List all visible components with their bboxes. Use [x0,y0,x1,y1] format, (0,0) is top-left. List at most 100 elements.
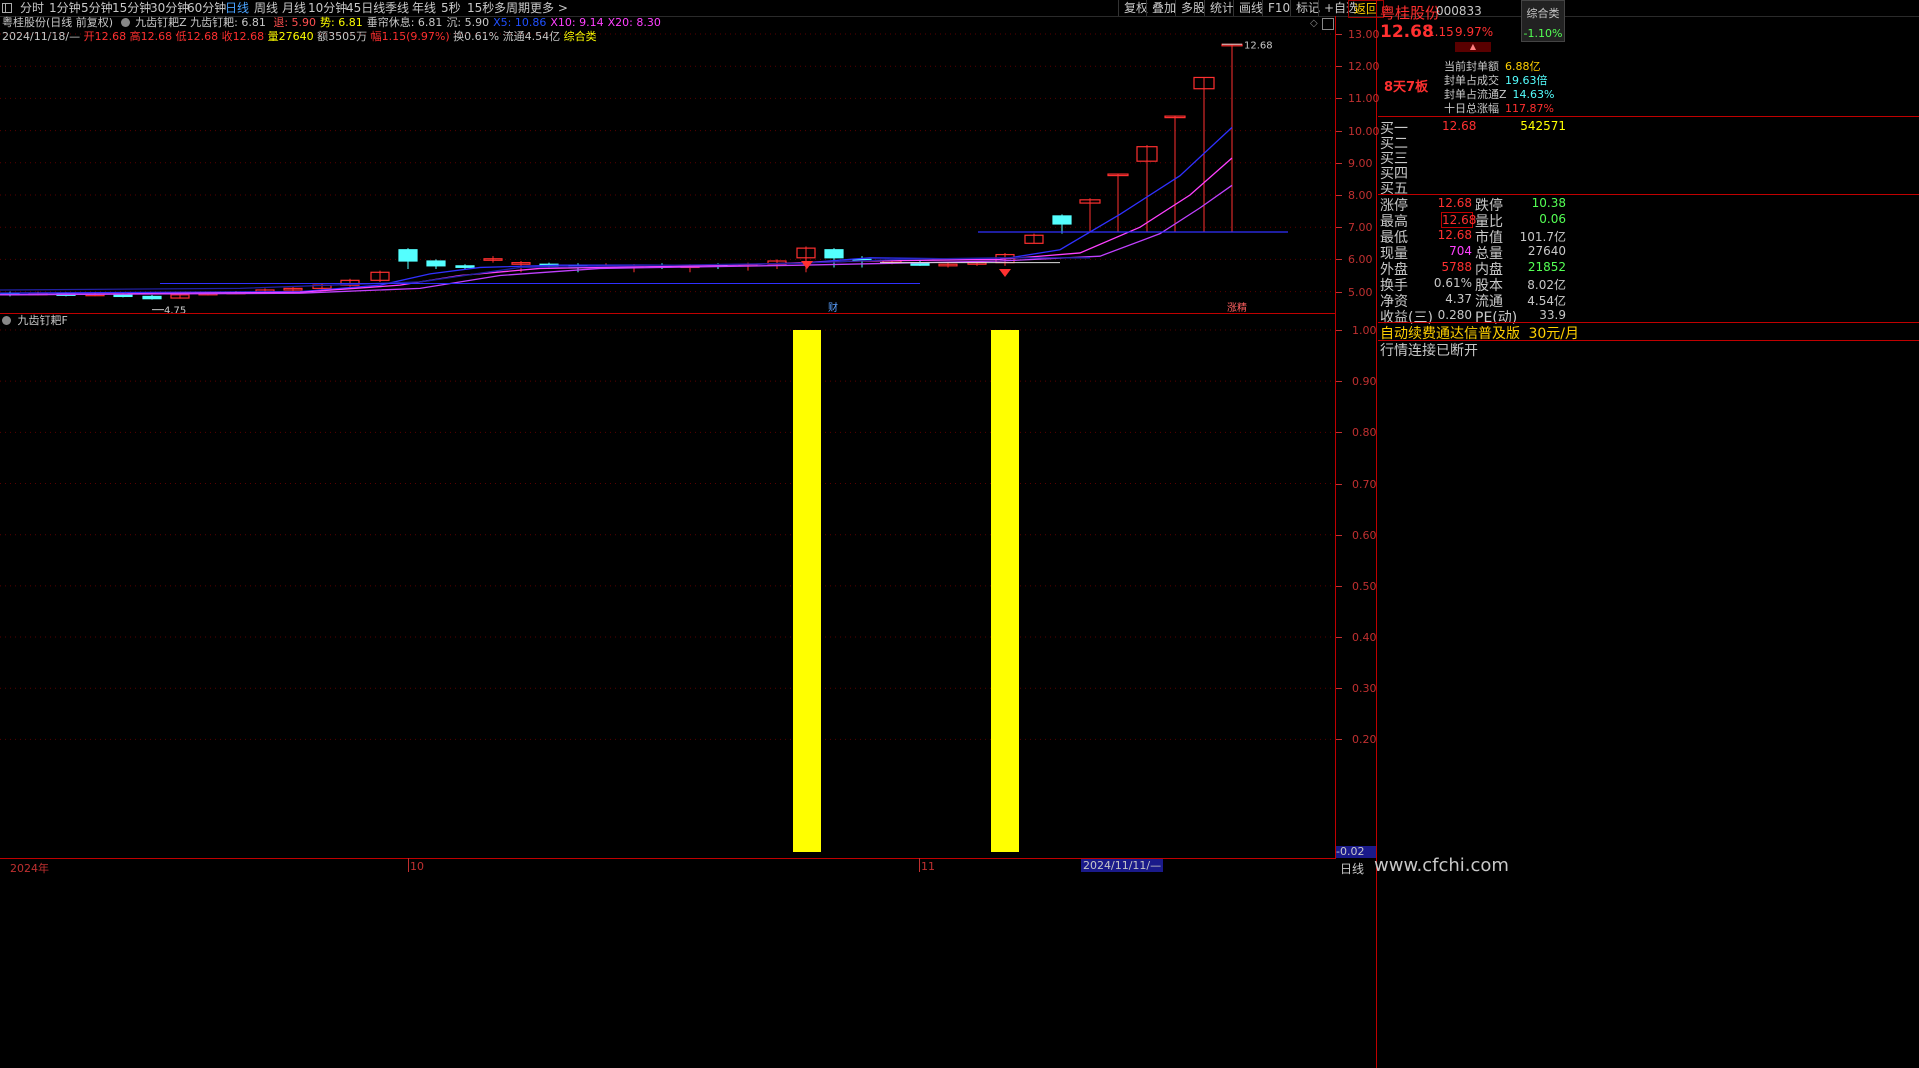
quote-value: 33.9 [1539,308,1566,322]
sub-tick [1336,483,1342,485]
price-tick [1336,98,1342,100]
period-label[interactable]: 日线 [1340,860,1364,877]
period-toolbar: 分时 1分钟 5分钟 15分钟 30分钟 60分钟 日线 周线 月线 10分钟 45日线 季线 年线 5秒… [0,0,1919,18]
quote-value: 0.06 [1539,212,1566,226]
board-tag: 8天7板 [1384,80,1429,95]
price-tick-label: 11.00 [1348,92,1380,106]
sub-tick [1336,688,1342,690]
price-tick [1336,227,1342,229]
stock-change: 1.15 [1427,25,1454,39]
ma10-line [0,157,1233,296]
sub-tick-label: 0.70 [1352,477,1377,491]
price-tick [1336,291,1342,293]
divider [1378,194,1919,195]
price-tick-label: 12.00 [1348,60,1380,74]
period-tab[interactable]: 日线 [225,0,249,16]
quote-value: 10.38 [1531,196,1566,210]
toolbar-button[interactable]: 返回 [1348,0,1385,18]
panel-toggle-icon[interactable] [2,0,14,16]
period-tab[interactable]: 15分钟 [112,0,151,16]
period-tab[interactable]: 15秒 [467,0,494,16]
period-tab[interactable]: 季线 [385,0,409,16]
time-label-2024: 2024年 [10,862,49,875]
candle-body [426,260,446,267]
quote-value: 4.37 [1445,292,1472,306]
limit-marker-icon [999,269,1011,278]
period-tab[interactable]: 30分钟 [150,0,189,16]
price-tick [1336,34,1342,35]
quote-value: 5788 [1441,260,1472,274]
sub-tick-label: 0.80 [1352,426,1377,440]
period-tab[interactable]: 多周期 [494,0,530,16]
quote-value: 101.7亿 [1519,230,1566,244]
sub-tick [1336,432,1342,434]
price-tick-label: 10.00 [1348,124,1380,138]
period-tab[interactable]: 更多 > [530,0,568,16]
candlestick-chart[interactable]: 12.68 4.75 财 涨精 [0,16,1335,313]
time-label-nov: 11 [921,860,935,873]
candle-body [398,249,418,262]
period-tab[interactable]: 周线 [254,0,278,16]
signal-bar [991,330,1019,852]
time-axis: 2024年 10 11 2024/11/11/— [0,858,1335,875]
sub-tick [1336,585,1342,587]
price-tick [1336,195,1342,196]
candle-body [113,294,133,298]
quote-value: 12.68 [1437,196,1472,210]
sub-tick [1336,330,1342,331]
quote-value: 0.280 [1437,308,1472,322]
stock-code: 000833 [1436,4,1482,18]
quote-value: 8.02亿 [1527,278,1566,292]
period-tab[interactable]: 年线 [412,0,436,16]
sub-tick-label: 0.20 [1352,733,1377,747]
sub-tick-label: 0.90 [1352,375,1377,389]
period-tab[interactable]: 60分钟 [187,0,226,16]
time-tick [919,858,920,872]
sub-tick-label: 0.50 [1352,579,1377,593]
sub-tick [1336,637,1342,639]
watermark: www.cfchi.com [1374,855,1509,876]
index-change: -1.10% [1523,27,1563,40]
sub-tick [1336,739,1342,741]
index-name: 综合类 [1526,7,1560,20]
high-price-label: 12.68 [1244,40,1273,51]
period-tab[interactable]: 月线 [282,0,306,16]
time-tick [408,858,409,872]
period-tab[interactable]: 5秒 [441,0,461,16]
period-tab[interactable]: 分时 [20,0,44,16]
signal-bar [793,330,821,852]
stock-change-pct: 9.97% [1455,25,1494,39]
seal-info-value: 117.87% [1505,102,1554,115]
connection-status: 行情连接已断开 [1380,343,1478,359]
quote-value: 0.61% [1433,276,1472,290]
divider [1378,116,1919,117]
sub-tick-label: 0.30 [1352,682,1377,696]
quote-value: 12.68 [1441,212,1477,228]
sub-tick-label: 0.40 [1352,631,1377,645]
index-box[interactable]: 综合类 -1.10% [1521,0,1565,42]
period-tab[interactable]: 10分钟 [308,0,347,16]
price-tick [1336,66,1342,68]
period-tab[interactable]: 45日线 [346,0,385,16]
sub-axis-bottom-value: -0.02 [1336,846,1376,858]
stock-price: 12.68 [1380,22,1434,42]
sub-indicator-chart[interactable] [0,314,1335,858]
candle-body [1052,215,1072,225]
period-tab[interactable]: 1分钟 [49,0,81,16]
collapse-icon[interactable]: ▲ [1455,42,1491,52]
price-tick [1336,259,1342,261]
buy-level-price: 12.68 [1442,119,1477,133]
candle-body [455,265,475,268]
quote-value: 704 [1449,244,1472,258]
seal-info-row: 十日总涨幅 117.87% [1444,100,1554,116]
quote-value: 27640 [1527,244,1566,258]
time-label-oct: 10 [410,860,424,873]
quote-value: 12.68 [1437,228,1472,242]
limit-up-marker: 涨精 [1227,301,1247,313]
seal-info-label: 十日总涨幅 [1444,102,1499,115]
stock-name: 粤桂股份 [1380,4,1441,22]
price-tick [1336,130,1342,132]
sub-tick-label: 0.60 [1352,528,1377,542]
fin-marker: 财 [828,301,838,313]
period-tab[interactable]: 5分钟 [81,0,113,16]
